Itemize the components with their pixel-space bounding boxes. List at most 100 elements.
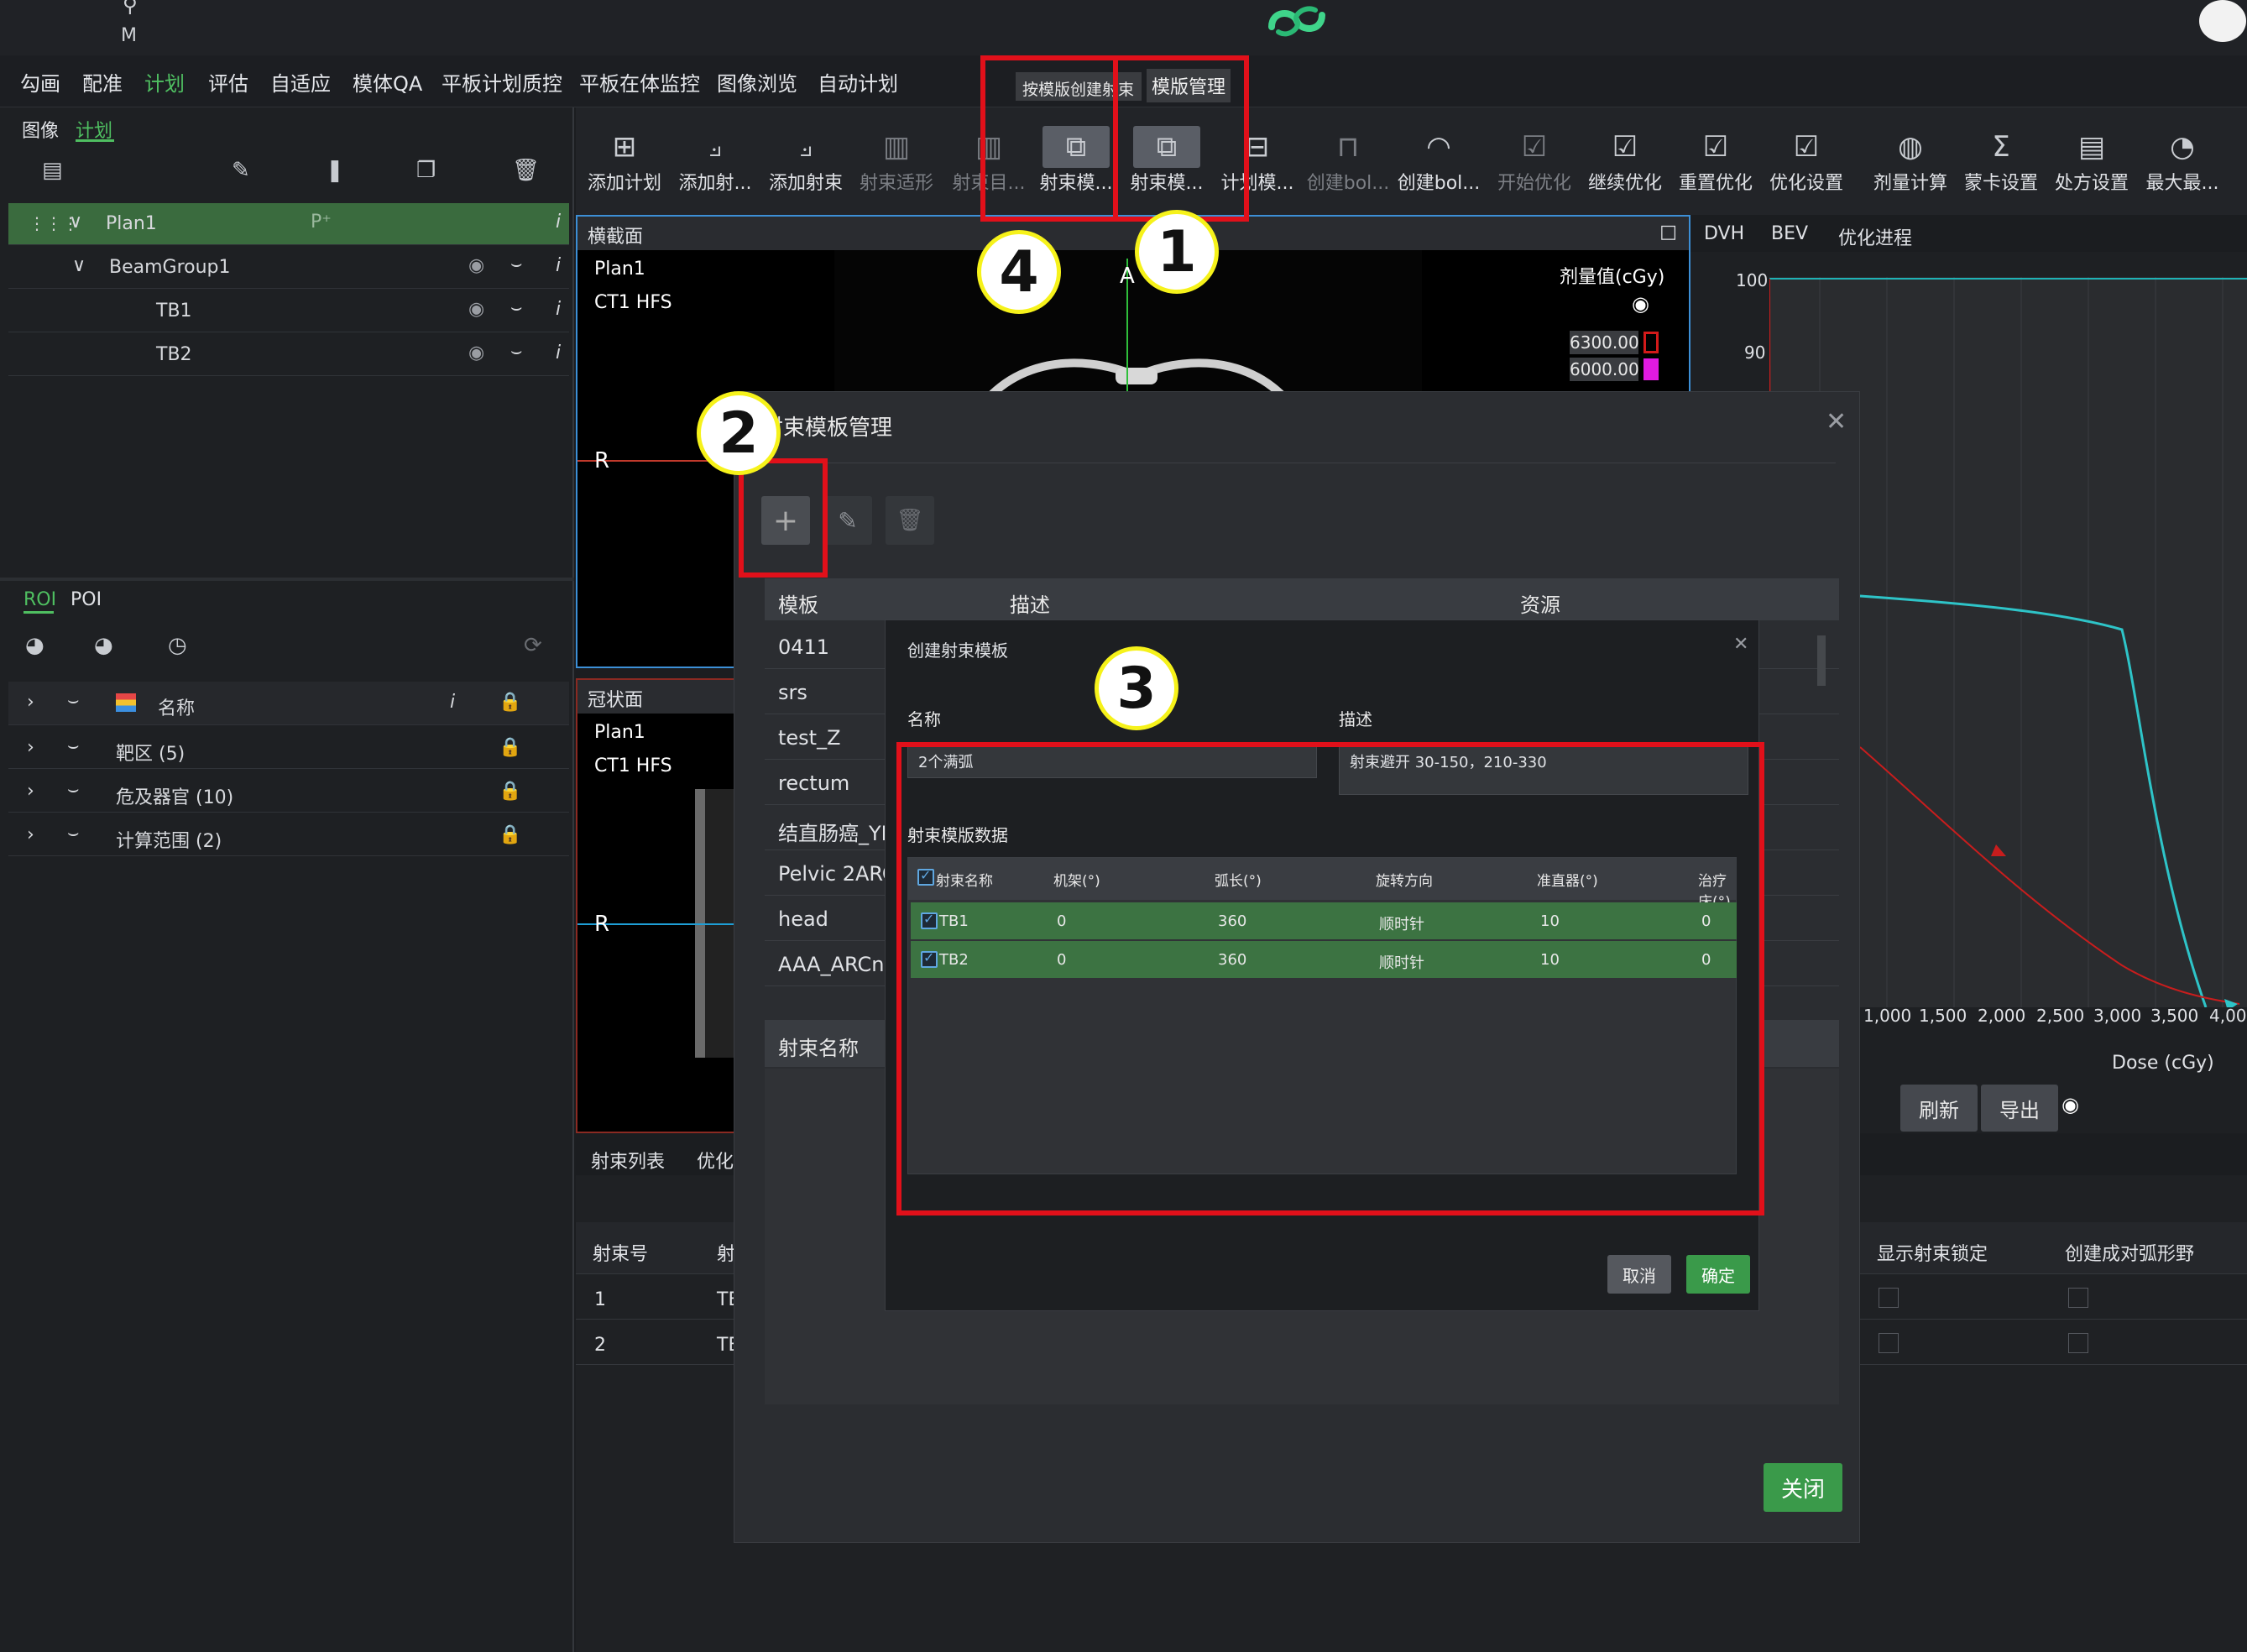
eye-closed-icon[interactable]: ⌣ [67, 735, 79, 756]
tool-create-bolus-2-button[interactable]: ◠ 创建bol... [1393, 126, 1484, 206]
tool-add-beam-group-button[interactable]: ⟓ 添加射... [670, 126, 760, 206]
tool-add-plan-button[interactable]: ⊞ 添加计划 [579, 126, 670, 206]
roi-row-header: › ⌣ 名称 i 🔒 [8, 682, 569, 725]
eye-icon[interactable]: ◉ [2061, 1093, 2079, 1116]
dose-swatch-1[interactable] [1643, 332, 1659, 353]
tab-opt-progress[interactable]: 优化进程 [1838, 223, 1912, 250]
tree-row-tb1[interactable]: TB1 ◉ ⌣ i [8, 290, 569, 332]
tab-beam-list[interactable]: 射束列表 [591, 1147, 665, 1174]
tool-max-min-button[interactable]: ◔ 最大最... [2137, 126, 2228, 206]
template-name: 结直肠癌_YL [778, 822, 893, 845]
roi-auto-icon[interactable]: ◕ [25, 633, 44, 658]
menu-item-2[interactable]: 计划 [144, 67, 185, 110]
tool-start-opt-button[interactable]: ☑ 开始优化 [1489, 126, 1580, 206]
tool-opt-settings-button[interactable]: ☑ 优化设置 [1761, 126, 1852, 206]
eye-closed-icon[interactable]: ⌣ [510, 254, 522, 274]
tool-create-bolus-button[interactable]: ⊓ 创建bol... [1303, 126, 1393, 206]
eye-closed-icon[interactable]: ⌣ [510, 341, 522, 362]
arc-checkbox[interactable] [2068, 1333, 2088, 1353]
eye-closed-icon[interactable]: ⌣ [67, 690, 79, 711]
visibility-icon[interactable]: ◉ [468, 342, 484, 363]
chevron-right-icon[interactable]: › [27, 692, 34, 713]
lock-icon[interactable]: 🔒 [499, 692, 521, 713]
tree-row-plan1[interactable]: ⋮⋮⋮ ∨ Plan1 P⁺ i [8, 203, 569, 245]
tool-continue-opt-button[interactable]: ☑ 继续优化 [1580, 126, 1670, 206]
search-icon[interactable]: ⚲ [123, 0, 138, 17]
lock-icon[interactable]: 🔒 [499, 781, 521, 802]
close-button[interactable]: 关闭 [1764, 1463, 1842, 1512]
menu-item-1[interactable]: 配准 [82, 67, 123, 97]
delete-icon[interactable]: 🗑 [512, 158, 540, 183]
lock-icon[interactable]: 🔒 [499, 824, 521, 845]
info-icon[interactable]: i [556, 342, 561, 363]
tree-row-beamgroup1[interactable]: ∨ BeamGroup1 ◉ ⌣ i [8, 247, 569, 289]
eye-icon[interactable]: ◉ [1632, 292, 1649, 316]
beam-split-icon[interactable]: ❚ [326, 158, 344, 183]
tool-label: 添加射... [678, 173, 752, 194]
visibility-icon[interactable]: ◉ [468, 255, 484, 276]
menu-item-7[interactable]: 平板在体监控 [579, 67, 700, 97]
edit-template-button[interactable]: ✎ [823, 496, 872, 545]
tool-dose-calc-button[interactable]: ◍ 剂量计算 [1865, 126, 1956, 206]
lock-icon[interactable]: 🔒 [499, 737, 521, 758]
cancel-button[interactable]: 取消 [1607, 1255, 1671, 1294]
tree-row-tb2[interactable]: TB2 ◉ ⌣ i [8, 334, 569, 376]
close-icon[interactable]: ✕ [1733, 634, 1748, 655]
refresh-button[interactable]: 刷新 [1900, 1085, 1978, 1132]
beam-conform-icon: ▥ [882, 130, 911, 164]
lock-checkbox[interactable] [1879, 1333, 1899, 1353]
menu-item-0[interactable]: 勾画 [20, 67, 60, 97]
plan-list-icon[interactable]: ▤ [42, 158, 63, 183]
close-icon[interactable]: ✕ [1826, 407, 1847, 437]
chevron-right-icon[interactable]: › [27, 781, 34, 802]
delete-template-button[interactable]: 🗑 [886, 496, 934, 545]
menu-item-8[interactable]: 图像浏览 [717, 67, 797, 97]
tool-beam-conform-button[interactable]: ▥ 射束适形 [851, 126, 942, 206]
info-icon[interactable]: i [450, 692, 455, 713]
eye-closed-icon[interactable]: ⌣ [510, 297, 522, 318]
menu-item-5[interactable]: 模体QA [353, 67, 422, 97]
tab-poi[interactable]: POI [71, 589, 102, 610]
eye-closed-icon[interactable]: ⌣ [67, 779, 79, 800]
eye-closed-icon[interactable]: ⌣ [67, 823, 79, 844]
roi-edit-icon[interactable]: ◕ [94, 633, 113, 658]
info-icon[interactable]: i [556, 255, 561, 276]
maximize-icon[interactable]: □ [1659, 222, 1677, 243]
tab-image[interactable]: 图像 [22, 116, 59, 143]
roi-row-calc[interactable]: › ⌣ 计算范围 (2) 🔒 [8, 814, 569, 856]
tab-roi[interactable]: ROI [24, 589, 56, 610]
export-button[interactable]: 导出 [1981, 1085, 2058, 1132]
edit-icon[interactable]: ✎ [232, 158, 250, 183]
chevron-down-icon[interactable]: ∨ [69, 212, 82, 233]
scrollbar[interactable] [1817, 635, 1826, 686]
roi-export-icon[interactable]: ◷ [168, 633, 187, 658]
visibility-icon[interactable]: ◉ [468, 299, 484, 320]
menu-item-9[interactable]: 自动计划 [818, 67, 898, 97]
tab-optimization[interactable]: 优化 [697, 1147, 734, 1174]
tool-label: 优化设置 [1769, 173, 1843, 194]
tool-mc-settings-button[interactable]: Σ 蒙卡设置 [1956, 126, 2046, 206]
menu-item-4[interactable]: 自适应 [270, 67, 331, 97]
menu-item-3[interactable]: 评估 [208, 67, 248, 97]
tab-bev[interactable]: BEV [1771, 223, 1808, 244]
refresh-icon[interactable]: ⟳ [524, 633, 542, 658]
copy-icon[interactable]: ❐ [416, 158, 436, 183]
info-icon[interactable]: i [556, 212, 561, 233]
arc-checkbox[interactable] [2068, 1288, 2088, 1308]
info-icon[interactable]: i [556, 299, 561, 320]
tool-add-beam-button[interactable]: ⟓ 添加射束 [760, 126, 851, 206]
chevron-right-icon[interactable]: › [27, 824, 34, 845]
dose-swatch-2[interactable] [1643, 358, 1659, 380]
user-avatar[interactable] [2199, 0, 2246, 42]
roi-row-target[interactable]: › ⌣ 靶区 (5) 🔒 [8, 727, 569, 769]
tool-reset-opt-button[interactable]: ☑ 重置优化 [1670, 126, 1761, 206]
chevron-down-icon[interactable]: ∨ [72, 255, 86, 276]
chevron-right-icon[interactable]: › [27, 737, 34, 758]
tool-prescription-button[interactable]: ▤ 处方设置 [2046, 126, 2137, 206]
menu-item-6[interactable]: 平板计划质控 [442, 67, 562, 97]
roi-row-oar[interactable]: › ⌣ 危及器官 (10) 🔒 [8, 771, 569, 813]
tool-label: 最大最... [2145, 173, 2219, 194]
lock-checkbox[interactable] [1879, 1288, 1899, 1308]
ok-button[interactable]: 确定 [1686, 1255, 1750, 1294]
tab-dvh[interactable]: DVH [1704, 223, 1744, 244]
